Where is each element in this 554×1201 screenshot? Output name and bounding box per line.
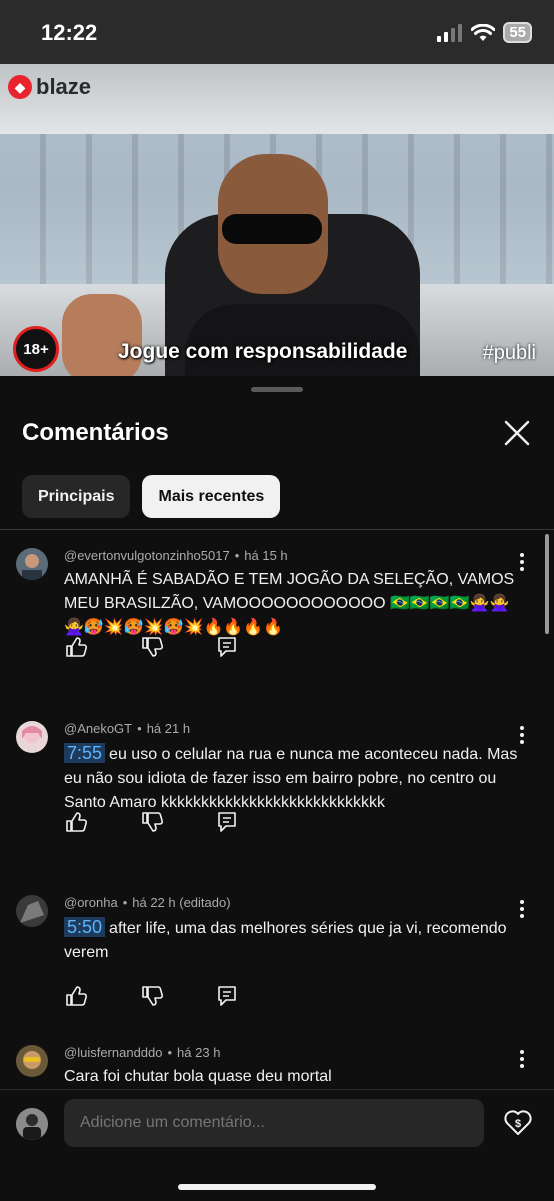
- home-indicator: [178, 1184, 376, 1190]
- user-avatar[interactable]: [16, 1108, 48, 1140]
- signal-icon: [437, 23, 463, 42]
- status-time: 12:22: [41, 20, 98, 45]
- comment-item: @luisfernandddo • há 23 h Cara foi chutar …: [0, 1045, 554, 1089]
- timestamp-link[interactable]: 7:55: [64, 743, 106, 763]
- video-sunglasses: [222, 214, 322, 244]
- comment-text: 7:55 eu uso o celular na rua e nunca me a…: [64, 741, 524, 815]
- comment-input[interactable]: [64, 1099, 484, 1147]
- sort-chips: Principais Mais recentes: [22, 475, 281, 518]
- dislike-icon[interactable]: [140, 984, 216, 1008]
- video-tag: #publi: [482, 342, 536, 364]
- comment-body: after life, uma das melhores séries que …: [64, 920, 507, 961]
- comment-meta: @oronha • há 22 h (editado): [64, 895, 231, 910]
- avatar[interactable]: [16, 895, 48, 927]
- svg-text:$: $: [515, 1118, 521, 1130]
- age-rating-badge: 18+: [13, 326, 59, 372]
- comment-input-bar: $: [0, 1089, 554, 1201]
- comment-actions: [64, 810, 292, 834]
- like-icon[interactable]: [64, 635, 140, 659]
- wifi-icon: [471, 23, 496, 41]
- avatar[interactable]: [16, 721, 48, 753]
- comment-meta: @luisfernandddo • há 23 h: [64, 1045, 221, 1060]
- comment-item: @evertonvulgotonzinho5017 • há 15 h AMANHÃ…: [0, 548, 554, 688]
- comment-time: há 21 h: [146, 721, 191, 736]
- chip-top[interactable]: Principais: [22, 475, 131, 518]
- comment-text: Cara foi chutar bola quase deu mortal: [64, 1068, 332, 1085]
- comment-actions: [64, 635, 292, 659]
- timestamp-link[interactable]: 5:50: [64, 917, 106, 937]
- comment-text: 5:50 after life, uma das melhores séries …: [64, 915, 524, 965]
- comment-author[interactable]: @evertonvulgotonzinho5017: [64, 548, 230, 563]
- like-icon[interactable]: [64, 984, 140, 1008]
- blaze-logo: ◆ blaze: [8, 74, 91, 100]
- comment-time: há 22 h (editado): [132, 895, 231, 910]
- comment-item: @AnekoGT • há 21 h 7:55 eu uso o celular na…: [0, 721, 554, 861]
- reply-icon[interactable]: [216, 984, 292, 1008]
- reply-icon[interactable]: [216, 810, 292, 834]
- comment-text: AMANHÃ É SABADÃO E TEM JOGÃO DA SELEÇÃO,…: [64, 571, 515, 636]
- comment-author[interactable]: @AnekoGT: [64, 721, 132, 736]
- chip-newest[interactable]: Mais recentes: [142, 475, 281, 518]
- divider: [0, 529, 554, 530]
- comment-actions: [64, 984, 292, 1008]
- battery-indicator: 55: [503, 22, 532, 43]
- comment-meta: @evertonvulgotonzinho5017 • há 15 h: [64, 548, 288, 563]
- dislike-icon[interactable]: [140, 810, 216, 834]
- blaze-logo-icon: ◆: [8, 75, 32, 99]
- drag-handle[interactable]: [251, 387, 303, 392]
- comment-meta: @AnekoGT • há 21 h: [64, 721, 191, 736]
- comment-author[interactable]: @oronha: [64, 895, 118, 910]
- comment-body: eu uso o celular na rua e nunca me acont…: [64, 746, 518, 811]
- reply-icon[interactable]: [216, 635, 292, 659]
- comment-time: há 23 h: [177, 1045, 221, 1060]
- avatar[interactable]: [16, 548, 48, 580]
- super-thanks-icon[interactable]: $: [503, 1107, 533, 1137]
- video-caption: Jogue com responsabilidade: [118, 340, 408, 363]
- comment-item: @oronha • há 22 h (editado) 5:50 after life…: [0, 895, 554, 1015]
- dislike-icon[interactable]: [140, 635, 216, 659]
- panel-title: Comentários: [22, 419, 169, 446]
- blaze-logo-text: blaze: [36, 74, 92, 99]
- comments-panel: Comentários Principais Mais recentes @ev…: [0, 376, 554, 1200]
- comment-time: há 15 h: [244, 548, 288, 563]
- comment-author[interactable]: @luisfernandddo: [64, 1045, 162, 1060]
- video-player[interactable]: ◆ blaze 18+ Jogue com responsabilidade #…: [0, 64, 554, 376]
- status-icons: 55: [437, 22, 532, 43]
- avatar[interactable]: [16, 1045, 48, 1077]
- status-bar: 12:22 55: [0, 0, 554, 64]
- like-icon[interactable]: [64, 810, 140, 834]
- close-icon[interactable]: [500, 416, 534, 450]
